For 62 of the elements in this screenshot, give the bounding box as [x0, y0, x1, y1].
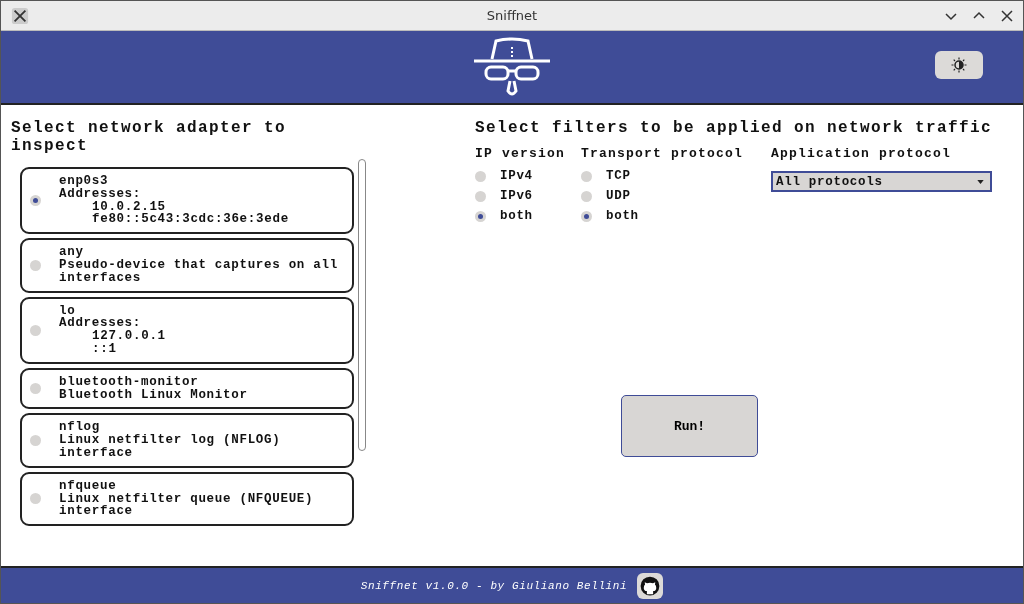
adapter-description: Linux netfilter queue (NFQUEUE) interface — [59, 492, 315, 519]
option-label: UDP — [606, 189, 631, 203]
adapter-name: enp0s3 — [59, 175, 109, 188]
app-icon — [11, 6, 29, 25]
adapter-description: Bluetooth Linux Monitor — [59, 388, 249, 402]
radio-button[interactable] — [581, 170, 592, 182]
option-label: both — [606, 209, 639, 223]
application-protocol-label: Application protocol — [771, 146, 953, 161]
theme-toggle-button[interactable] — [935, 51, 983, 79]
radio-button[interactable] — [30, 324, 41, 336]
github-link-button[interactable] — [637, 572, 664, 599]
adapter-name: nflog — [59, 421, 101, 435]
adapter-option[interactable]: any Pseudo-device that captures on all interfaces — [20, 238, 354, 293]
protocol-dropdown[interactable]: All protocols — [771, 171, 992, 192]
adapter-option[interactable]: lo Addresses: 127.0.0.1 ::1 — [20, 296, 354, 364]
option-label: IPv6 — [500, 189, 533, 203]
cat-logo-icon — [640, 575, 661, 596]
adapter-option[interactable]: bluetooth-monitor Bluetooth Linux Monitor — [20, 367, 354, 410]
adapter-heading: Select network adapter to inspect — [11, 119, 288, 155]
radio-button[interactable] — [581, 190, 592, 202]
radio-button[interactable] — [30, 259, 41, 271]
adapter-address: 127.0.0.1 — [91, 330, 167, 343]
transport-option[interactable]: UDP — [581, 189, 771, 203]
adapter-description: Addresses: — [59, 317, 141, 331]
ip-version-option[interactable]: both — [475, 209, 565, 223]
ip-version-label: IP version — [475, 146, 565, 161]
option-label: IPv4 — [500, 169, 533, 183]
adapter-description: Linux netfilter log (NFLOG) interface — [59, 434, 282, 460]
window-title: Sniffnet — [486, 8, 538, 23]
ip-version-option[interactable]: IPv6 — [475, 189, 565, 203]
adapter-option[interactable]: nfqueue Linux netfilter queue (NFQUEUE) interface — [20, 471, 354, 527]
radio-button[interactable] — [475, 210, 486, 222]
adapter-name: any — [59, 246, 84, 259]
transport-option[interactable]: TCP — [581, 169, 771, 183]
filters-heading: Select filters to be applied on network traffic — [475, 119, 994, 137]
close-icon[interactable] — [1001, 9, 1013, 22]
footer-credit: Sniffnet v1.0.0 - by Giuliano Bellini — [360, 579, 628, 592]
contrast-icon — [951, 57, 967, 73]
run-button[interactable]: Run! — [621, 395, 758, 457]
radio-button[interactable] — [475, 190, 486, 202]
radio-button[interactable] — [30, 435, 41, 447]
radio-button[interactable] — [30, 195, 41, 207]
adapter-address: ::1 — [91, 342, 118, 356]
option-label: TCP — [606, 169, 631, 183]
adapter-description: Addresses: — [59, 187, 142, 201]
ip-version-option[interactable]: IPv4 — [475, 169, 565, 183]
dropdown-caret-icon — [977, 179, 984, 184]
adapter-address: fe80::5c43:3cdc:36e:3ede — [91, 213, 290, 227]
transport-protocol-label: Transport protocol — [581, 146, 745, 161]
adapter-name: lo — [59, 304, 76, 318]
radio-button[interactable] — [30, 493, 41, 505]
adapter-name: bluetooth-monitor — [59, 375, 200, 389]
radio-button[interactable] — [581, 210, 592, 222]
transport-option[interactable]: both — [581, 209, 771, 223]
radio-button[interactable] — [30, 383, 41, 395]
adapter-option[interactable]: enp0s3 Addresses: 10.0.2.15 fe80::5c43:3cdc:36e:3ede — [20, 167, 354, 235]
radio-button[interactable] — [475, 170, 486, 182]
adapter-name: nfqueue — [59, 479, 118, 493]
adapter-address: 10.0.2.15 — [91, 200, 166, 214]
adapter-option[interactable]: nflog Linux netfilter log (NFLOG) interface — [20, 413, 354, 468]
adapter-description: Pseudo-device that captures on all interfaces — [59, 259, 339, 285]
option-label: both — [500, 209, 533, 223]
